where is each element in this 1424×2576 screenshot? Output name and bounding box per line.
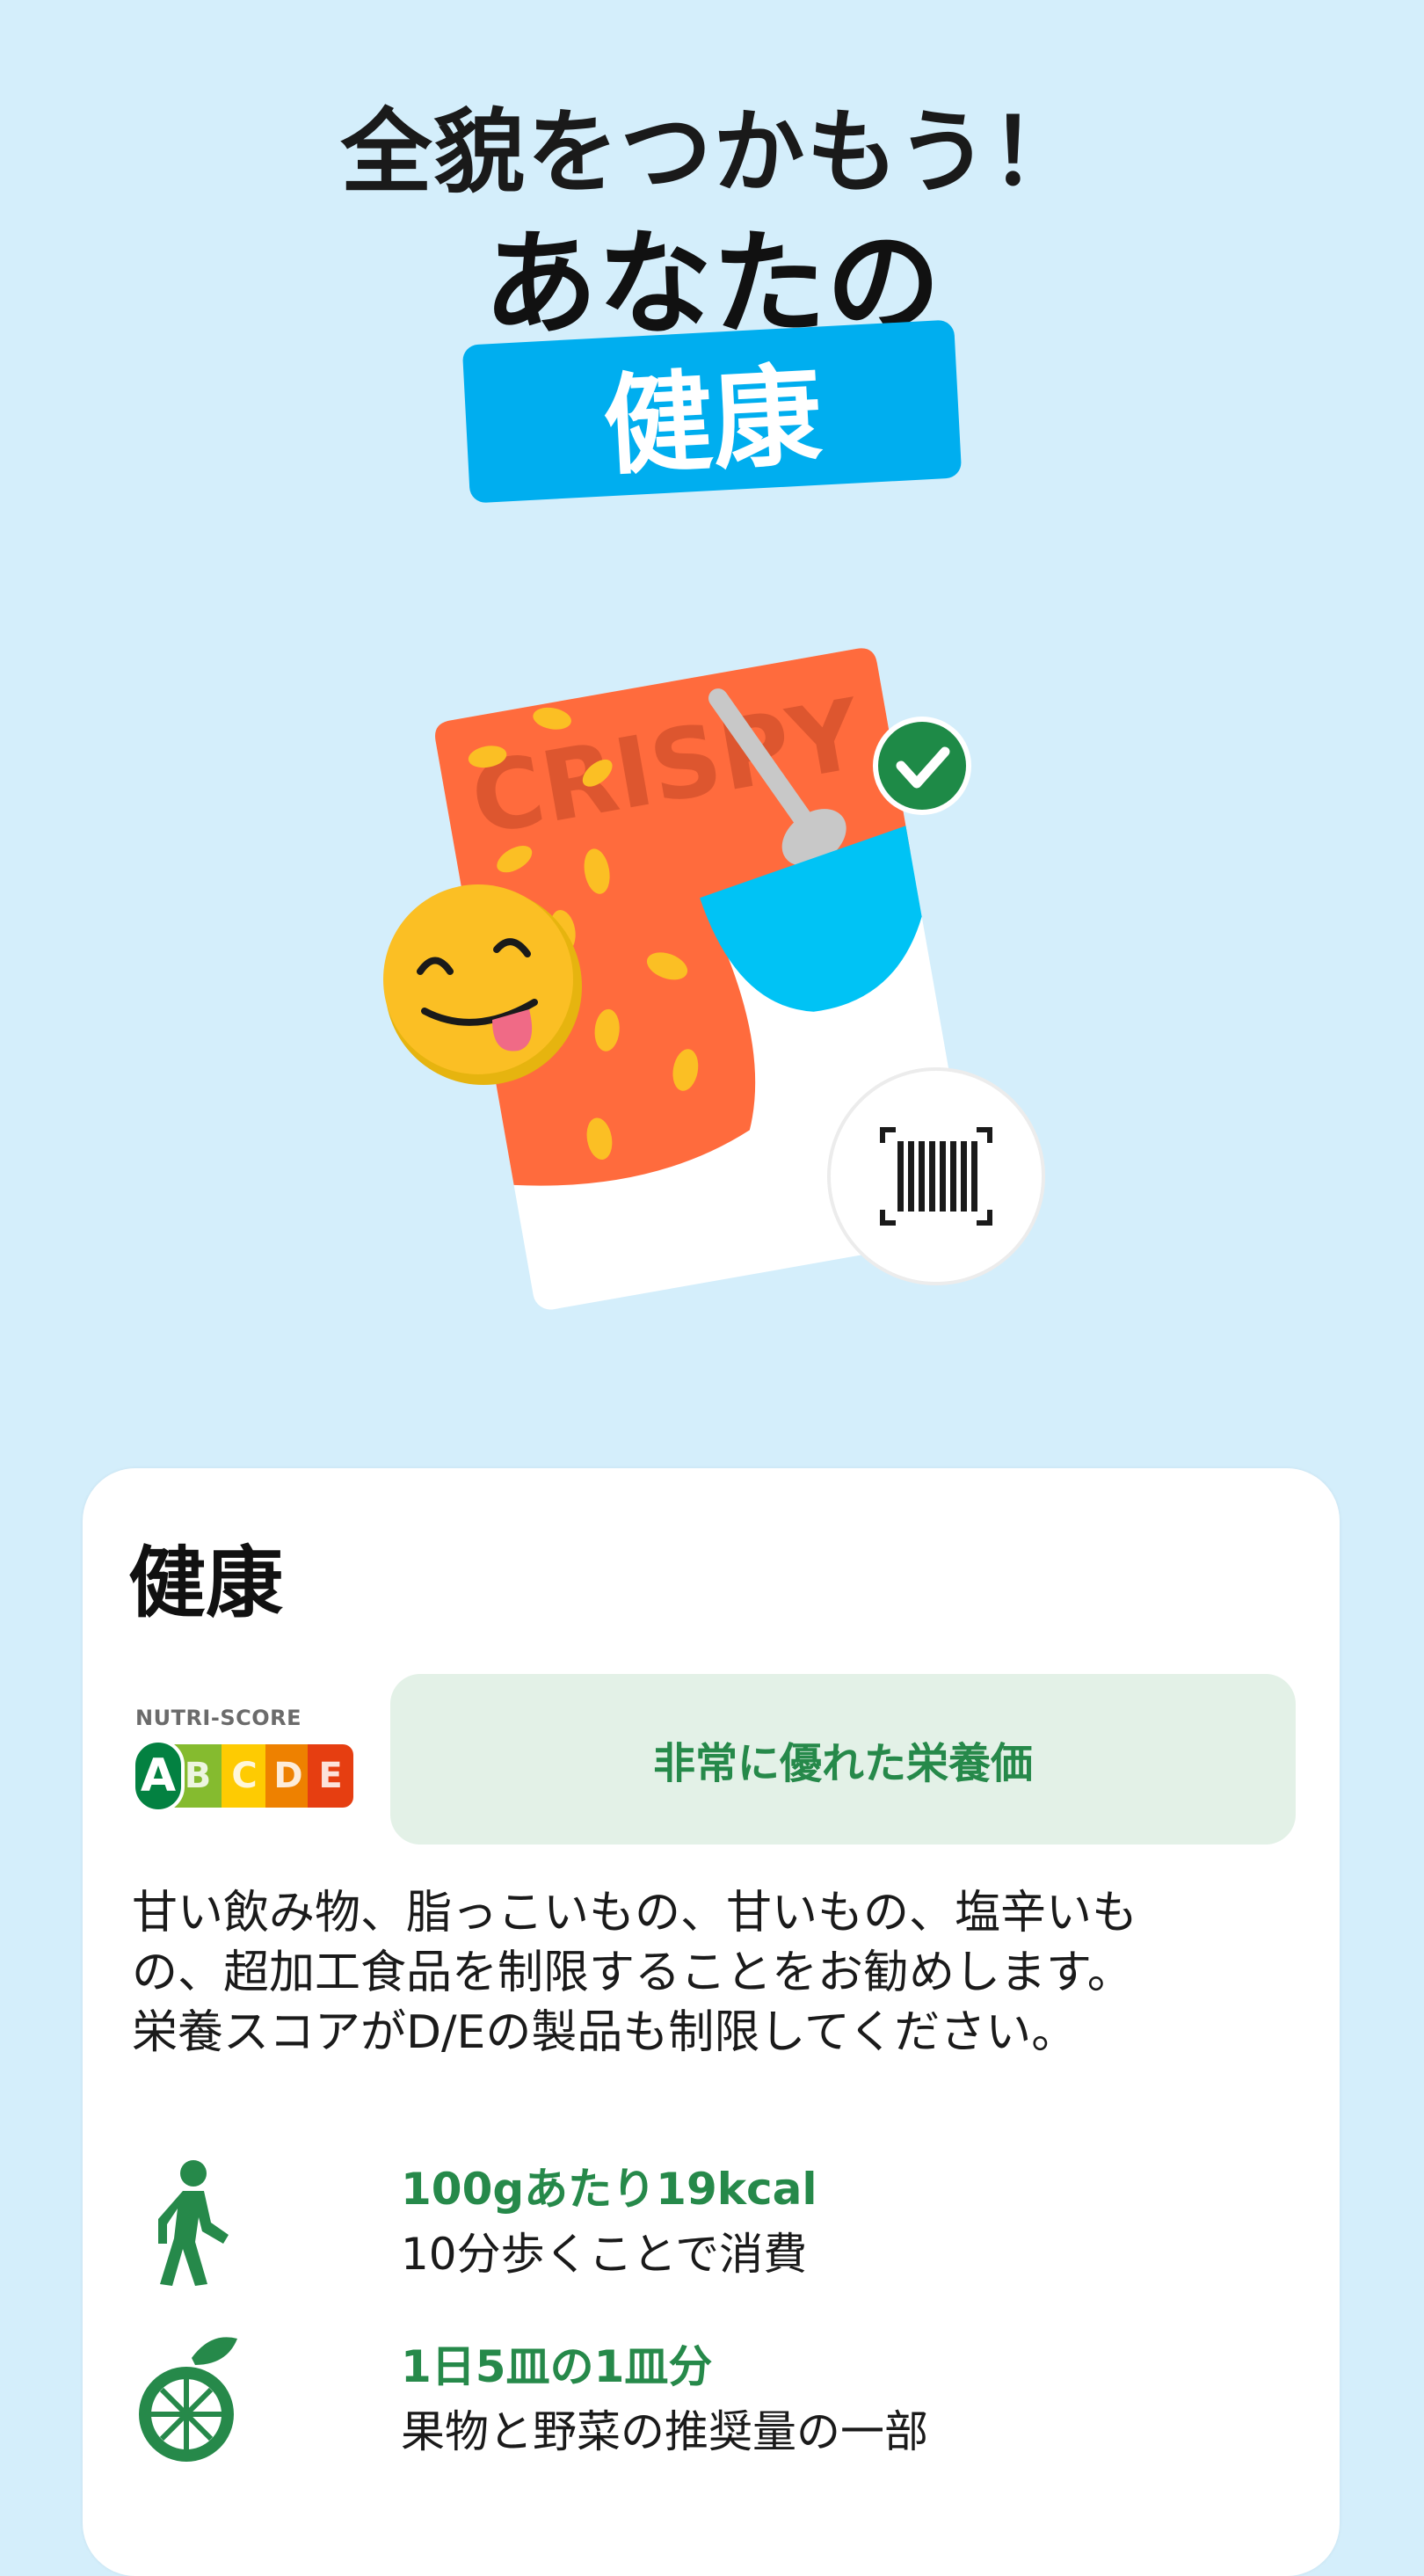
orange-fruit-icon <box>139 2337 237 2462</box>
fruit-info-row: 1日5皿の1皿分 果物と野菜の推奨量の一部 <box>132 2332 1275 2481</box>
health-advice-text: 甘い飲み物、脂っこいもの、甘いもの、塩辛いも の、超加工食品を制限することをお勧… <box>132 1883 1275 2063</box>
barcode-scan-icon <box>827 1067 1045 1285</box>
nutrition-grade-box: 非常に優れた栄養価 <box>390 1674 1296 1845</box>
advice-line: の、超加工食品を制限することをお勧めします。 <box>132 1947 1133 1999</box>
card-title: 健康 <box>128 1538 284 1628</box>
nutri-score-bar: B C D E A <box>132 1739 355 1813</box>
nutri-grade-d: D <box>265 1744 311 1808</box>
walking-person-icon <box>158 2160 229 2286</box>
nutri-grade-a-selected: A <box>132 1739 185 1813</box>
checkmark-icon <box>873 717 971 815</box>
calorie-title: 100gあたり19kcal <box>401 2164 817 2215</box>
fruit-title: 1日5皿の1皿分 <box>401 2341 713 2392</box>
nutri-score-label: NUTRI-SCORE <box>135 1706 302 1730</box>
nutri-grade-c: C <box>222 1744 267 1808</box>
nutri-score-logo: NUTRI-SCORE B C D E A <box>132 1706 360 1820</box>
fruit-subtitle: 果物と野菜の推奨量の一部 <box>401 2406 928 2457</box>
nutri-grade-e: E <box>308 1744 353 1808</box>
calorie-subtitle: 10分歩くことで消費 <box>401 2229 808 2280</box>
calorie-info-row: 100gあたり19kcal 10分歩くことで消費 <box>132 2154 1275 2303</box>
product-illustration: CRISPY <box>383 648 1045 1310</box>
advice-line: 栄養スコアがD/Eの製品も制限してください。 <box>132 2006 1078 2059</box>
advice-line: 甘い飲み物、脂っこいもの、甘いもの、塩辛いも <box>132 1887 1138 1939</box>
health-card: 健康 NUTRI-SCORE B C D E A 非常に優れた栄養価 甘い飲み物… <box>83 1468 1340 2576</box>
